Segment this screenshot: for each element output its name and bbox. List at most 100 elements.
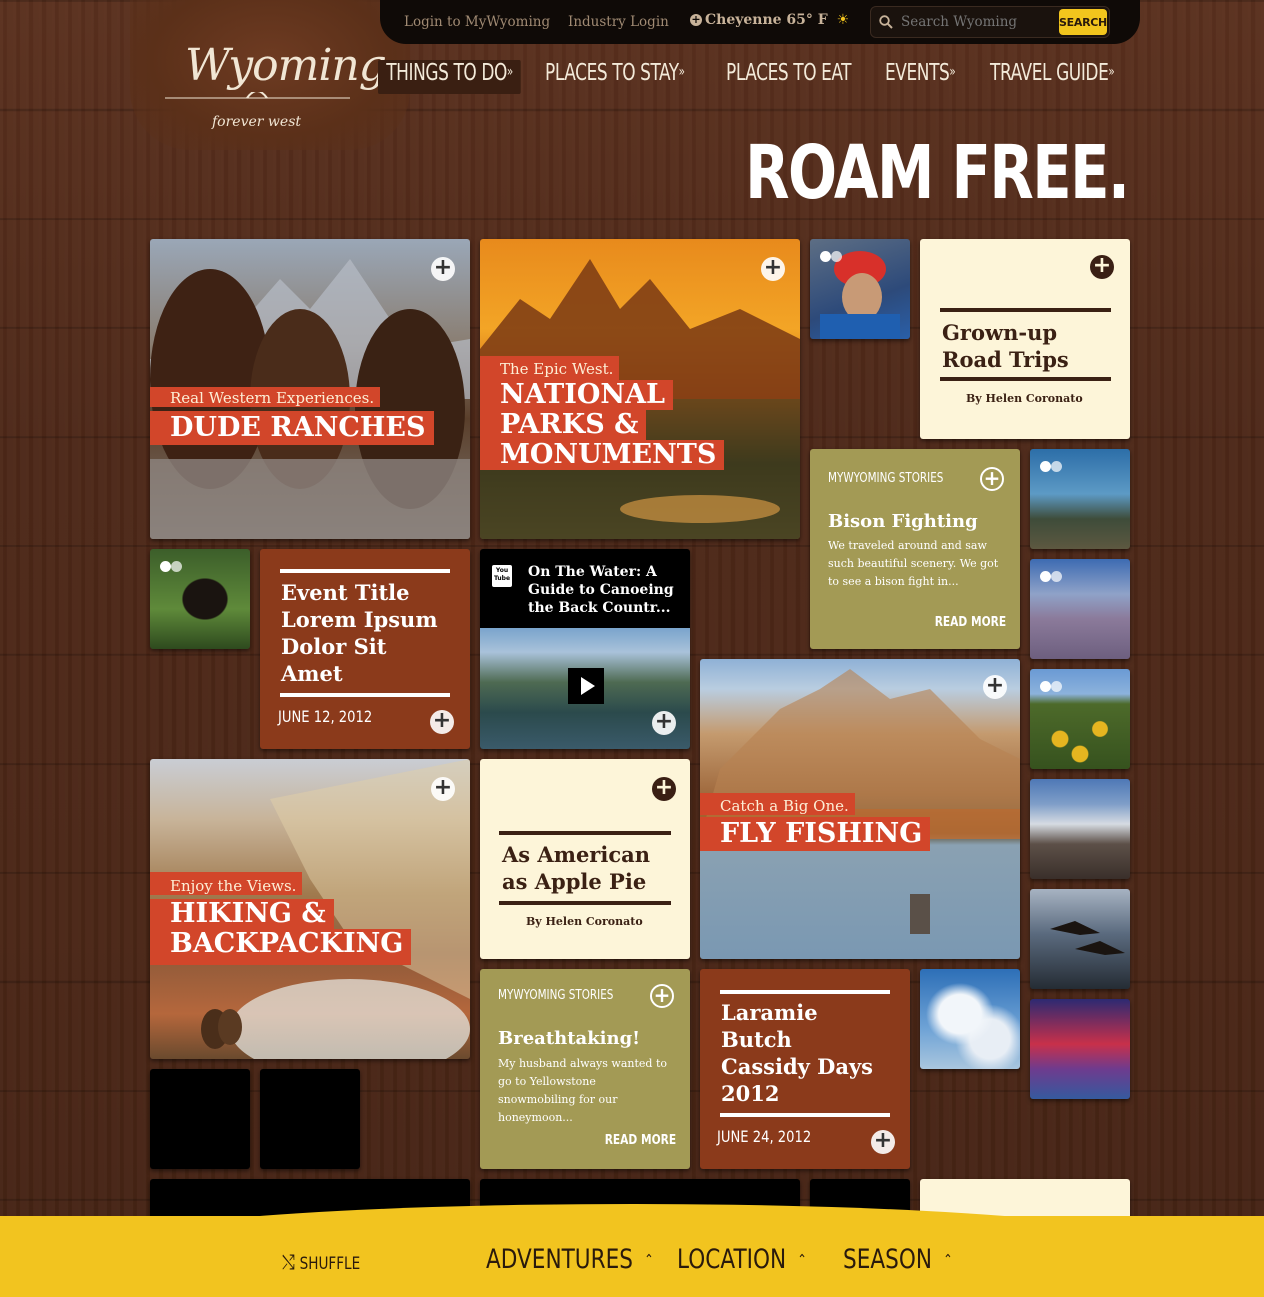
add-icon[interactable]: + [431, 257, 455, 281]
add-icon[interactable]: + [1090, 255, 1114, 279]
weather-widget[interactable]: + Cheyenne 65° F ☀ [690, 12, 849, 28]
wyoming-logo[interactable]: Wyoming [185, 40, 387, 91]
flickr-icon [820, 251, 844, 263]
tile-title-line-1: NATIONAL [480, 380, 674, 410]
article-title-line-1: As American [502, 842, 651, 867]
add-icon[interactable]: + [650, 984, 674, 1008]
add-icon[interactable]: + [980, 467, 1004, 491]
tile-title-line-1: HIKING & [150, 899, 334, 929]
tile-photo-clouds[interactable] [920, 969, 1020, 1069]
chevron-down-icon: » [949, 64, 956, 80]
tile-road-trips[interactable]: + Grown-up Road Trips By Helen Coronato [920, 239, 1130, 439]
tile-kicker: Catch a Big One. [700, 793, 855, 815]
add-icon[interactable]: + [871, 1130, 895, 1154]
tile-event-laramie[interactable]: Laramie Butch Cassidy Days 2012 JUNE 24,… [700, 969, 910, 1169]
partly-cloudy-icon: ☀ [836, 12, 850, 28]
industry-login-link[interactable]: Industry Login [568, 14, 669, 30]
tile-story-bison[interactable]: MYWYOMING STORIES + Bison Fighting We tr… [810, 449, 1020, 649]
event-title-line-1: Laramie [721, 1000, 818, 1025]
nav-things-to-do[interactable]: THINGS TO DO» [378, 60, 522, 94]
article-title-line-2: as Apple Pie [502, 869, 647, 894]
tile-story-breathtaking[interactable]: MYWYOMING STORIES + Breathtaking! My hus… [480, 969, 690, 1169]
nav-travel-guide[interactable]: TRAVEL GUIDE» [990, 60, 1115, 94]
divider [720, 990, 890, 994]
shuffle-button[interactable]: ⤭ SHUFFLE [282, 1250, 360, 1274]
event-title-line-2: Butch [721, 1027, 792, 1052]
event-title-line-3: Cassidy Days [721, 1054, 873, 1079]
divider [280, 569, 450, 573]
shuffle-icon: ⤭ [282, 1250, 295, 1274]
location-filter[interactable]: LOCATION ⌃ [677, 1244, 807, 1275]
tile-photo-sunset-sky[interactable] [1030, 999, 1130, 1099]
tile-video[interactable]: You Tube On The Water: A Guide to Canoein… [480, 549, 690, 749]
tile-national-parks[interactable]: + The Epic West. NATIONAL PARKS & MONUME… [480, 239, 800, 539]
search-icon [879, 15, 893, 29]
tile-dude-ranches[interactable]: + Real Western Experiences. DUDE RANCHES [150, 239, 470, 539]
play-button[interactable] [568, 668, 604, 704]
add-icon[interactable]: + [983, 675, 1007, 699]
article-byline: By Helen Coronato [966, 392, 1083, 405]
divider [940, 308, 1111, 312]
chevron-down-icon: » [678, 64, 685, 80]
tile-photo-geese[interactable] [1030, 889, 1130, 989]
divider [940, 377, 1111, 381]
event-date: JUNE 12, 2012 [278, 707, 373, 726]
tile-hiking[interactable]: + Enjoy the Views. HIKING & BACKPACKING [150, 759, 470, 1059]
chevron-up-icon: ⌃ [644, 1252, 654, 1268]
chevron-up-icon: ⌃ [943, 1252, 953, 1268]
chevron-up-icon: ⌃ [797, 1252, 807, 1268]
divider [499, 831, 671, 835]
story-title: Breathtaking! [498, 1028, 641, 1049]
adventures-label: ADVENTURES [486, 1244, 633, 1275]
add-icon[interactable]: + [652, 711, 676, 735]
tile-title-line-2: BACKPACKING [150, 929, 412, 965]
tile-fly-fishing[interactable]: + Catch a Big One. FLY FISHING [700, 659, 1020, 959]
nav-events[interactable]: EVENTS» [885, 60, 956, 94]
tile-title: FLY FISHING [700, 817, 931, 851]
video-title: On The Water: A Guide to Canoeing the Ba… [528, 564, 674, 616]
flickr-icon [1040, 461, 1064, 473]
nav-places-to-stay[interactable]: PLACES TO STAY» [545, 60, 685, 94]
tile-photo-wildflowers[interactable] [1030, 669, 1130, 769]
tile-photo-badlands[interactable] [1030, 559, 1130, 659]
add-icon[interactable]: + [652, 777, 676, 801]
tile-kicker: The Epic West. [480, 356, 620, 380]
event-date: JUNE 24, 2012 [717, 1127, 812, 1146]
tile-kicker: Enjoy the Views. [150, 872, 303, 895]
season-filter[interactable]: SEASON ⌃ [843, 1244, 953, 1275]
season-label: SEASON [843, 1244, 933, 1275]
flickr-icon [1040, 681, 1064, 693]
read-more-link[interactable]: READ MORE [935, 615, 1006, 630]
tile-title: DUDE RANCHES [150, 411, 434, 445]
login-mywyoming-link[interactable]: Login to MyWyoming [404, 14, 550, 30]
tile-photo-peaks[interactable] [1030, 779, 1130, 879]
add-icon[interactable]: + [430, 710, 454, 734]
search-button[interactable]: SEARCH [1059, 9, 1107, 35]
tile-apple-pie[interactable]: + As American as Apple Pie By Helen Coro… [480, 759, 690, 959]
tile-photo-climber[interactable] [810, 239, 910, 339]
event-title-line-1: Event Title [281, 580, 410, 605]
tile-photo-road[interactable] [1030, 449, 1130, 549]
divider [499, 901, 671, 905]
tile-kicker: Real Western Experiences. [150, 387, 381, 407]
adventures-filter[interactable]: ADVENTURES ⌃ [486, 1244, 654, 1275]
read-more-link[interactable]: READ MORE [605, 1133, 676, 1148]
event-title-line-2: Lorem Ipsum [281, 607, 438, 632]
add-icon[interactable]: + [761, 257, 785, 281]
youtube-icon: You Tube [492, 565, 512, 587]
story-excerpt: We traveled around and saw such beautifu… [828, 539, 999, 588]
story-excerpt: My husband always wanted to go to Yellow… [498, 1057, 667, 1124]
story-tag: MYWYOMING STORIES [498, 988, 614, 1003]
nav-label: PLACES TO EAT [726, 60, 852, 86]
article-title-line-2: Road Trips [942, 347, 1069, 372]
logo-tagline: forever west [212, 114, 302, 130]
tile-event[interactable]: Event Title Lorem Ipsum Dolor Sit Amet J… [260, 549, 470, 749]
search-input[interactable] [901, 11, 1051, 33]
search-box: SEARCH [870, 6, 1110, 38]
add-icon[interactable]: + [431, 777, 455, 801]
nav-places-to-eat[interactable]: PLACES TO EAT [726, 60, 852, 94]
plus-circle-icon: + [690, 13, 702, 26]
tile-photo-bear[interactable] [150, 549, 250, 649]
flickr-icon [160, 561, 184, 573]
tile-title-line-3: MONUMENTS [480, 440, 725, 470]
